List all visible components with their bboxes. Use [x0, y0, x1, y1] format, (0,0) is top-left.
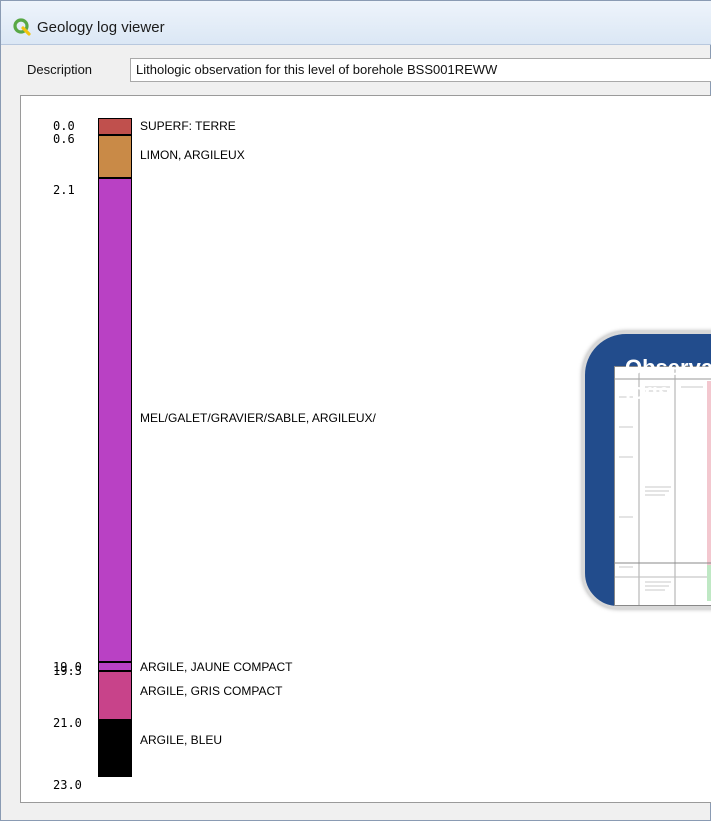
- layer-label: ARGILE, JAUNE COMPACT: [140, 660, 293, 674]
- geology-log-window: Geology log viewer Description Lithologi…: [0, 0, 711, 821]
- description-field[interactable]: Lithologic observation for this level of…: [130, 58, 711, 82]
- depth-label: 21.0: [53, 716, 82, 730]
- layer-label: SUPERF: TERRE: [140, 119, 236, 133]
- observation-logs-card: Observation logs: [582, 331, 711, 609]
- layer-label: ARGILE, GRIS COMPACT: [140, 684, 283, 698]
- log-layer[interactable]: [98, 671, 132, 720]
- log-layer[interactable]: [98, 135, 132, 178]
- description-row: Description Lithologic observation for t…: [1, 56, 711, 84]
- depth-label: 2.1: [53, 183, 75, 197]
- window-title: Geology log viewer: [37, 19, 165, 36]
- depth-label: 19.3: [53, 664, 82, 678]
- description-label: Description: [27, 62, 93, 77]
- log-layer[interactable]: [98, 178, 132, 662]
- qgis-icon: [13, 18, 31, 36]
- depth-label: 0.6: [53, 132, 75, 146]
- title-bar[interactable]: Geology log viewer: [1, 1, 711, 45]
- layer-label: LIMON, ARGILEUX: [140, 148, 245, 162]
- log-layer[interactable]: [98, 118, 132, 135]
- overlay-title: Observation logs: [625, 355, 711, 404]
- depth-label: 23.0: [53, 778, 82, 792]
- log-layer[interactable]: [98, 720, 132, 777]
- log-layer[interactable]: [98, 662, 132, 671]
- layer-label: ARGILE, BLEU: [140, 733, 223, 747]
- layer-label: MEL/GALET/GRAVIER/SABLE, ARGILEUX/: [140, 411, 376, 425]
